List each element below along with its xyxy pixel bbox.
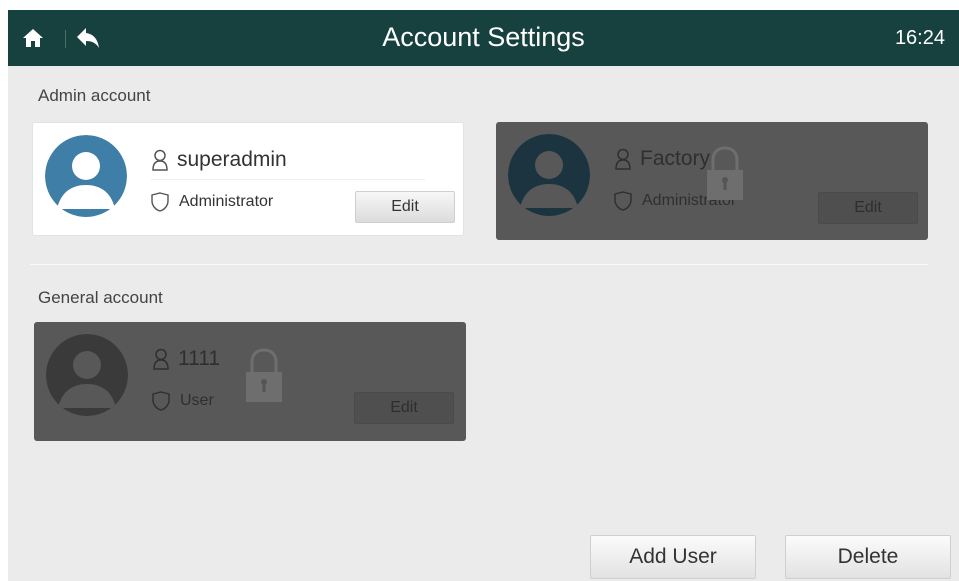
account-card-1111[interactable]: 1111 User Edit	[34, 322, 466, 441]
page-title: Account Settings	[382, 22, 585, 52]
clock-time: 16:24	[894, 27, 945, 49]
general-section-label: General account	[38, 288, 163, 307]
account-role-row: Administrator	[151, 189, 273, 215]
edit-button[interactable]: Edit	[354, 392, 454, 424]
lock-icon	[246, 348, 282, 402]
account-name-row: 1111	[152, 344, 220, 374]
avatar-icon	[508, 134, 590, 216]
account-card-superadmin[interactable]: superadmin Administrator Edit	[32, 122, 464, 236]
user-icon	[615, 148, 631, 170]
account-name-row: superadmin	[151, 145, 287, 175]
avatar-icon	[45, 135, 127, 217]
account-name-row: Factory	[614, 144, 710, 174]
content-area: Admin account superadmin Administrator E…	[8, 66, 959, 581]
lock-icon	[707, 146, 743, 200]
avatar-icon	[46, 334, 128, 416]
account-name: 1111	[178, 347, 221, 370]
edit-button[interactable]: Edit	[818, 192, 918, 224]
account-role-row: User	[152, 388, 214, 414]
delete-button[interactable]: Delete	[785, 535, 951, 579]
account-name: Factory	[640, 147, 711, 170]
card-divider	[151, 179, 425, 180]
shield-icon	[151, 192, 169, 212]
account-card-factory[interactable]: Factory Administrator Edit	[496, 122, 928, 240]
header-bar: Account Settings 16:24	[8, 10, 959, 66]
add-user-button[interactable]: Add User	[590, 535, 756, 579]
section-divider	[30, 264, 928, 265]
account-role: User	[180, 392, 214, 409]
edit-button[interactable]: Edit	[355, 191, 455, 223]
account-name: superadmin	[177, 148, 287, 171]
user-icon	[152, 149, 168, 171]
shield-icon	[152, 391, 170, 411]
account-role: Administrator	[179, 193, 274, 210]
admin-section-label: Admin account	[38, 86, 151, 105]
shield-icon	[614, 191, 632, 211]
screen: Account Settings 16:24 Admin account sup…	[0, 0, 959, 581]
user-icon	[153, 348, 169, 370]
